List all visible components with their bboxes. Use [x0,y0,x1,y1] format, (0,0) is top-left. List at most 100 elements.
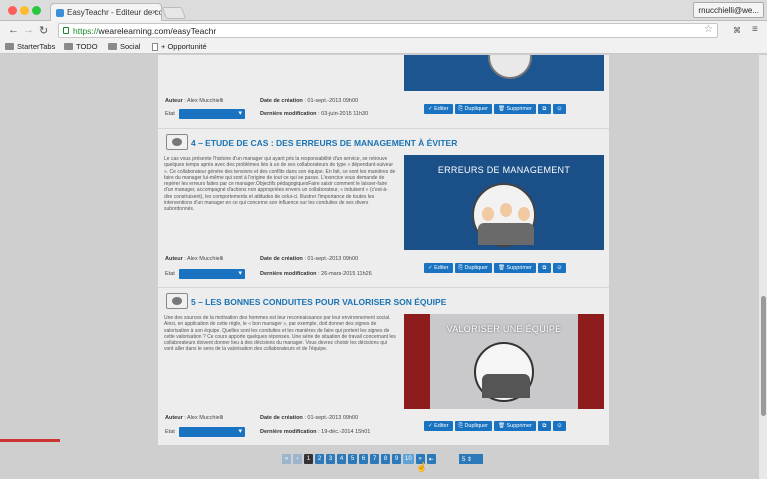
copy-icon[interactable]: ⧉ [537,263,551,273]
etat-label: Etat [165,429,175,435]
back-arrow-icon[interactable]: ← [8,24,19,36]
page-icon [152,42,158,51]
pager-page-5[interactable]: 5 [348,454,357,464]
address-bar[interactable]: https://wearelearning.com/easyTeachr ☆ [58,23,718,38]
etat-label: Etat [165,271,175,277]
author-line: Auteur : Alex Mucchielli [165,256,224,262]
new-tab-button[interactable] [161,7,187,19]
extension-icon[interactable]: ⌘ [733,26,741,35]
preview-icon[interactable]: ⊙ [552,263,566,273]
pager-page-10[interactable]: 10 [403,454,414,464]
illustration-circle [474,342,534,402]
tab-close-icon[interactable]: × [152,7,157,17]
pager-page-2[interactable]: 2 [315,454,324,464]
bookmark-social[interactable]: Social [108,42,140,51]
created-line: Date de création : 01-sept.-2013 09h00 [260,98,359,104]
reload-icon[interactable]: ↻ [39,24,48,37]
bookmarks-bar: StarterTabs TODO Social + Opportunité [0,40,767,54]
action-buttons: ✓ Editer ⎘ Dupliquer 🗑 Supprimer ⧉ ⊙ [424,104,566,114]
course-card: Auteur : Alex Mucchielli Etat Date de cr… [158,55,609,129]
duplicate-button[interactable]: ⎘ Dupliquer [454,421,492,431]
author-line: Auteur : Alex Mucchielli [165,415,224,421]
course-thumbnail[interactable] [404,55,604,91]
pager-page-1[interactable]: 1 [304,454,313,464]
duplicate-button[interactable]: ⎘ Dupliquer [454,104,492,114]
pager-page-7[interactable]: 7 [370,454,379,464]
mouse-pointer-icon: ☝ [416,462,428,472]
etat-select[interactable] [179,109,245,119]
browser-tab-easyteachr[interactable]: EasyTeachr - Editeur de co × [50,3,162,21]
pager-page-4[interactable]: 4 [337,454,346,464]
copy-icon[interactable]: ⧉ [537,421,551,431]
character-bodies [478,223,534,245]
maximize-window-icon[interactable] [32,6,41,15]
minimize-window-icon[interactable] [20,6,29,15]
pager-page-3[interactable]: 3 [326,454,335,464]
course-card: 5 – LES BONNES CONDUITES POUR VALORISER … [158,289,609,445]
delete-button[interactable]: 🗑 Supprimer [494,263,536,273]
browser-titlebar: EasyTeachr - Editeur de co × rnucchielli… [0,0,767,21]
etat-label: Etat [165,111,175,117]
lock-icon [63,27,69,34]
course-title[interactable]: 4 – ETUDE DE CAS : DES ERREURS DE MANAGE… [191,138,457,148]
video-progress-bar [0,439,60,442]
copy-icon[interactable]: ⧉ [537,104,551,114]
course-type-icon [166,293,188,309]
action-buttons: ✓ Editer ⎘ Dupliquer 🗑 Supprimer ⧉ ⊙ [424,263,566,273]
pager-first-button[interactable]: « [282,454,291,464]
close-window-icon[interactable] [8,6,17,15]
course-title[interactable]: 5 – LES BONNES CONDUITES POUR VALORISER … [191,297,446,307]
browser-toolbar: ← → ↻ https://wearelearning.com/easyTeac… [0,21,767,40]
pager-page-9[interactable]: 9 [392,454,401,464]
thumbnail-title: ERREURS DE MANAGEMENT [437,165,571,175]
pager-page-6[interactable]: 6 [359,454,368,464]
etat-select[interactable] [179,427,245,437]
illustration-circle [488,55,532,79]
pagination: « ‹ 1 2 3 4 5 6 7 8 9 10 » ⇤ [282,454,436,464]
profile-button[interactable]: rnucchielli@we... [693,2,764,18]
pager-page-8[interactable]: 8 [381,454,390,464]
forward-arrow-icon[interactable]: → [23,24,34,36]
course-description: Le cas vous présente l'histoire d'un man… [164,156,396,213]
menu-icon[interactable]: ≡ [752,24,758,35]
preview-icon[interactable]: ⊙ [552,421,566,431]
per-page-select[interactable]: 5 ⇕ [459,454,483,464]
character-figure [518,207,530,221]
bookmark-todo[interactable]: TODO [64,42,98,51]
bookmark-startertabs[interactable]: StarterTabs [5,42,55,51]
pager-last-button[interactable]: ⇤ [426,454,436,464]
illustration-circle [472,183,536,247]
thumbnail-title: VALORISER UNE ÉQUIPE [446,324,562,334]
course-description: Une des sources de la motivation des hom… [164,315,396,353]
bookmark-opportunite[interactable]: + Opportunité [152,42,207,51]
duplicate-button[interactable]: ⎘ Dupliquer [454,263,492,273]
bookmark-star-icon[interactable]: ☆ [704,24,713,35]
edit-button[interactable]: ✓ Editer [424,421,453,431]
delete-button[interactable]: 🗑 Supprimer [494,104,536,114]
pager-prev-button[interactable]: ‹ [293,454,302,464]
url-scheme: https:// [73,26,99,36]
course-list: Auteur : Alex Mucchielli Etat Date de cr… [158,55,609,445]
folder-icon [5,43,14,50]
course-thumbnail[interactable]: ERREURS DE MANAGEMENT [404,155,604,250]
delete-button[interactable]: 🗑 Supprimer [494,421,536,431]
edit-button[interactable]: ✓ Editer [424,263,453,273]
edit-button[interactable]: ✓ Editer [424,104,453,114]
preview-icon[interactable]: ⊙ [552,104,566,114]
character-bodies [482,374,530,398]
modified-line: Dernière modification : 03-juin-2015 11h… [260,111,369,117]
author-line: Auteur : Alex Mucchielli [165,98,224,104]
character-figure [500,203,512,217]
folder-icon [64,43,73,50]
course-card: 4 – ETUDE DE CAS : DES ERREURS DE MANAGE… [158,130,609,288]
modified-line: Dernière modification : 26-mars-2015 11h… [260,271,372,277]
url-text: wearelearning.com/easyTeachr [98,26,217,36]
created-line: Date de création : 01-sept.-2013 09h00 [260,415,359,421]
scrollbar-thumb[interactable] [761,296,766,416]
course-thumbnail[interactable]: VALORISER UNE ÉQUIPE [404,314,604,409]
folder-icon [108,43,117,50]
created-line: Date de création : 01-sept.-2013 09h00 [260,256,359,262]
tab-title: EasyTeachr - Editeur de co [67,8,162,17]
favicon-icon [56,9,64,17]
etat-select[interactable] [179,269,245,279]
